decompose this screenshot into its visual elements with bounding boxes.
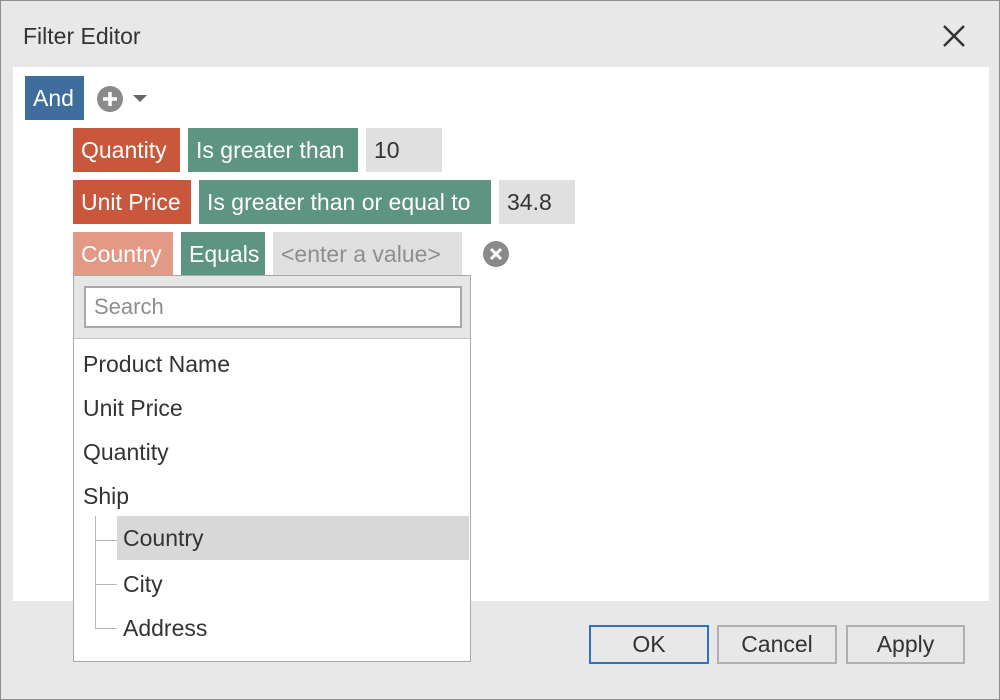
chevron-down-icon (133, 95, 147, 102)
condition-1-value[interactable]: 10 (366, 128, 442, 172)
close-button[interactable] (937, 19, 971, 53)
add-condition-button[interactable] (96, 85, 152, 113)
apply-button[interactable]: Apply (846, 625, 965, 664)
remove-circle-icon (483, 241, 509, 267)
condition-3-field[interactable]: Country (73, 232, 173, 276)
tree-connector (95, 540, 117, 541)
field-item-ship-address[interactable]: Address (123, 606, 207, 650)
field-item-unit-price[interactable]: Unit Price (83, 386, 183, 430)
condition-1-operator[interactable]: Is greater than (188, 128, 358, 172)
condition-1-field[interactable]: Quantity (73, 128, 180, 172)
filter-editor-dialog: Filter Editor And Quantity Is greater th… (0, 0, 1000, 700)
tree-connector (95, 628, 117, 629)
condition-2-field[interactable]: Unit Price (73, 180, 191, 224)
field-item-product-name[interactable]: Product Name (83, 342, 230, 386)
field-search-input[interactable] (84, 286, 462, 328)
remove-condition-button[interactable] (482, 240, 510, 268)
tree-connector (95, 584, 117, 585)
condition-2-value[interactable]: 34.8 (499, 180, 575, 224)
plus-circle-icon (97, 86, 123, 112)
group-operator-and[interactable]: And (25, 76, 84, 120)
close-icon (943, 25, 965, 47)
tree-connector (95, 516, 96, 628)
dialog-title: Filter Editor (23, 23, 141, 49)
search-area (74, 276, 470, 339)
condition-2-operator[interactable]: Is greater than or equal to (199, 180, 491, 224)
cancel-button[interactable]: Cancel (717, 625, 837, 664)
field-item-quantity[interactable]: Quantity (83, 430, 169, 474)
condition-3-value[interactable]: <enter a value> (273, 232, 462, 276)
condition-3-operator[interactable]: Equals (181, 232, 265, 276)
field-picker-dropdown: Product Name Unit Price Quantity Ship Co… (73, 275, 471, 662)
field-item-ship-country[interactable]: Country (117, 516, 469, 560)
field-item-ship[interactable]: Ship (83, 474, 129, 518)
ok-button[interactable]: OK (589, 625, 709, 664)
field-item-ship-city[interactable]: City (123, 562, 163, 606)
